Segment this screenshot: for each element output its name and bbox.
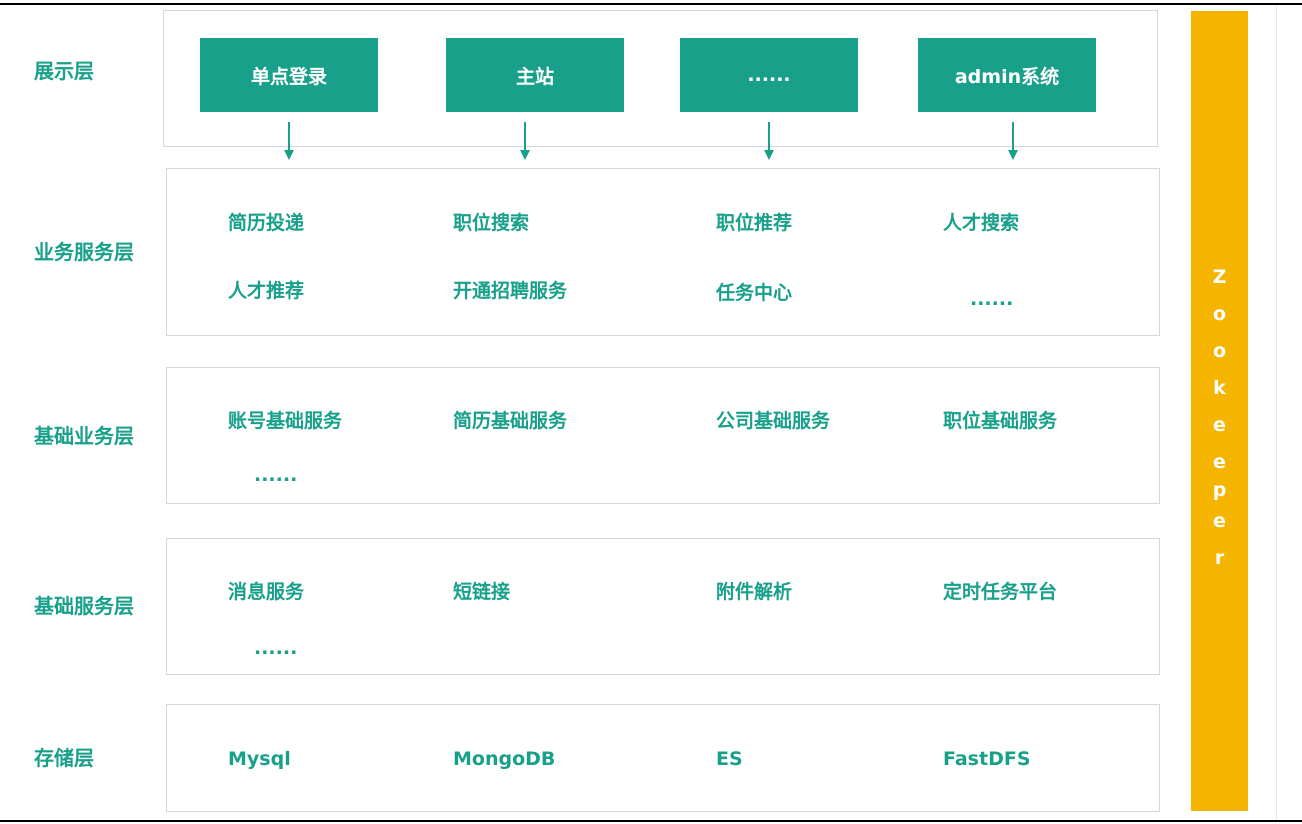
zookeeper-letter: o	[1212, 303, 1227, 325]
business-item-job-search: 职位搜索	[453, 212, 530, 234]
down-arrow-sso	[284, 122, 294, 160]
business-item-resume-delivery: 简历投递	[228, 212, 305, 234]
basic-business-item-more: ......	[254, 464, 298, 486]
down-arrow-main-site	[520, 122, 530, 160]
business-service-layer-label: 业务服务层	[34, 240, 134, 264]
basic-business-item-account: 账号基础服务	[228, 410, 343, 432]
right-divider	[1276, 5, 1277, 820]
main-site-box: 主站	[446, 38, 624, 112]
basic-service-item-message: 消息服务	[228, 581, 305, 603]
basic-business-layer-label: 基础业务层	[34, 424, 134, 448]
business-item-job-recommend: 职位推荐	[716, 212, 793, 234]
presentation-layer-label: 展示层	[34, 59, 94, 83]
business-item-more: ......	[970, 288, 1014, 310]
business-item-recruit-service: 开通招聘服务	[453, 280, 568, 302]
more-presentation-box: ......	[680, 38, 858, 112]
basic-business-item-company: 公司基础服务	[716, 410, 831, 432]
zookeeper-letter: Z	[1212, 266, 1227, 288]
basic-service-layer-label: 基础服务层	[34, 594, 134, 618]
zookeeper-letter: e	[1213, 510, 1226, 532]
business-item-task-center: 任务中心	[716, 282, 793, 304]
basic-service-item-scheduler: 定时任务平台	[943, 581, 1058, 603]
basic-service-item-short-link: 短链接	[453, 581, 511, 603]
sso-box: 单点登录	[200, 38, 378, 112]
business-item-talent-search: 人才搜索	[943, 212, 1020, 234]
zookeeper-letter: e	[1213, 451, 1226, 473]
basic-business-item-job: 职位基础服务	[943, 410, 1058, 432]
storage-item-mongodb: MongoDB	[453, 748, 556, 770]
zookeeper-bar: Z o o k e e p e r	[1191, 11, 1248, 811]
down-arrow-admin	[1008, 122, 1018, 160]
basic-business-layer-panel	[166, 367, 1160, 504]
admin-system-box: admin系统	[918, 38, 1096, 112]
zookeeper-letter: e	[1213, 414, 1226, 436]
basic-service-item-more: ......	[254, 637, 298, 659]
zookeeper-letter: r	[1214, 547, 1225, 569]
storage-item-es: ES	[716, 748, 743, 770]
zookeeper-letter: k	[1213, 377, 1226, 399]
storage-layer-label: 存储层	[34, 746, 94, 770]
bottom-frame-line	[0, 820, 1302, 822]
business-item-talent-recommend: 人才推荐	[228, 280, 305, 302]
basic-service-layer-panel	[166, 538, 1160, 675]
storage-item-fastdfs: FastDFS	[943, 748, 1031, 770]
storage-item-mysql: Mysql	[228, 748, 291, 770]
basic-business-item-resume: 简历基础服务	[453, 410, 568, 432]
top-frame-line	[0, 3, 1302, 5]
zookeeper-letter: o	[1212, 340, 1227, 362]
down-arrow-more	[764, 122, 774, 160]
basic-service-item-attachment-parse: 附件解析	[716, 581, 793, 603]
zookeeper-letter: p	[1212, 479, 1227, 501]
